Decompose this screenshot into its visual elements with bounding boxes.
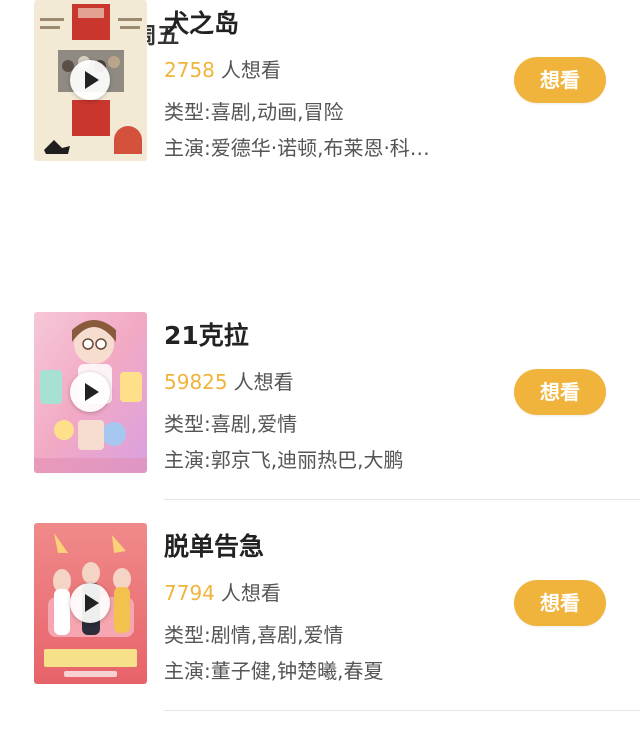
movie-item[interactable]: 脱单告急 7794 人想看 类型:剧情,喜剧,爱情 主演:董子健,钟楚曦,春夏 想… <box>0 523 640 735</box>
movie-poster[interactable] <box>34 0 147 161</box>
movie-item[interactable]: 21克拉 59825 人想看 类型:喜剧,爱情 主演:郭京飞,迪丽热巴,大鹏 想看 <box>0 312 640 524</box>
want-count-row: 59825 人想看 <box>164 366 294 395</box>
want-count-row: 7794 人想看 <box>164 577 281 606</box>
movie-genre: 类型:喜剧,动画,冒险 <box>164 100 344 124</box>
play-icon[interactable] <box>70 60 110 100</box>
want-to-watch-button[interactable]: 想看 <box>514 369 606 415</box>
movie-item[interactable]: 犬之岛 2758 人想看 类型:喜剧,动画,冒险 主演:爱德华·诺顿,布莱恩·科…… <box>0 0 640 212</box>
want-count: 7794 <box>164 581 215 605</box>
want-suffix: 人想看 <box>220 58 281 82</box>
want-count: 2758 <box>164 58 215 82</box>
want-to-watch-button[interactable]: 想看 <box>514 57 606 103</box>
divider <box>164 710 640 711</box>
want-count: 59825 <box>164 370 228 394</box>
movie-genre: 类型:喜剧,爱情 <box>164 412 298 436</box>
movie-title[interactable]: 脱单告急 <box>164 527 264 563</box>
movie-poster[interactable] <box>34 312 147 473</box>
want-suffix: 人想看 <box>233 370 294 394</box>
want-to-watch-button[interactable]: 想看 <box>514 580 606 626</box>
play-icon[interactable] <box>70 372 110 412</box>
movie-cast: 主演:爱德华·诺顿,布莱恩·科… <box>164 136 430 160</box>
movie-title[interactable]: 21克拉 <box>164 316 249 352</box>
play-icon[interactable] <box>70 583 110 623</box>
movie-genre: 类型:剧情,喜剧,爱情 <box>164 623 344 647</box>
movie-poster[interactable] <box>34 523 147 684</box>
movie-cast: 主演:董子健,钟楚曦,春夏 <box>164 659 384 683</box>
movie-cast: 主演:郭京飞,迪丽热巴,大鹏 <box>164 448 404 472</box>
want-count-row: 2758 人想看 <box>164 54 281 83</box>
divider <box>164 499 640 500</box>
want-suffix: 人想看 <box>220 581 281 605</box>
movie-title[interactable]: 犬之岛 <box>164 4 239 40</box>
